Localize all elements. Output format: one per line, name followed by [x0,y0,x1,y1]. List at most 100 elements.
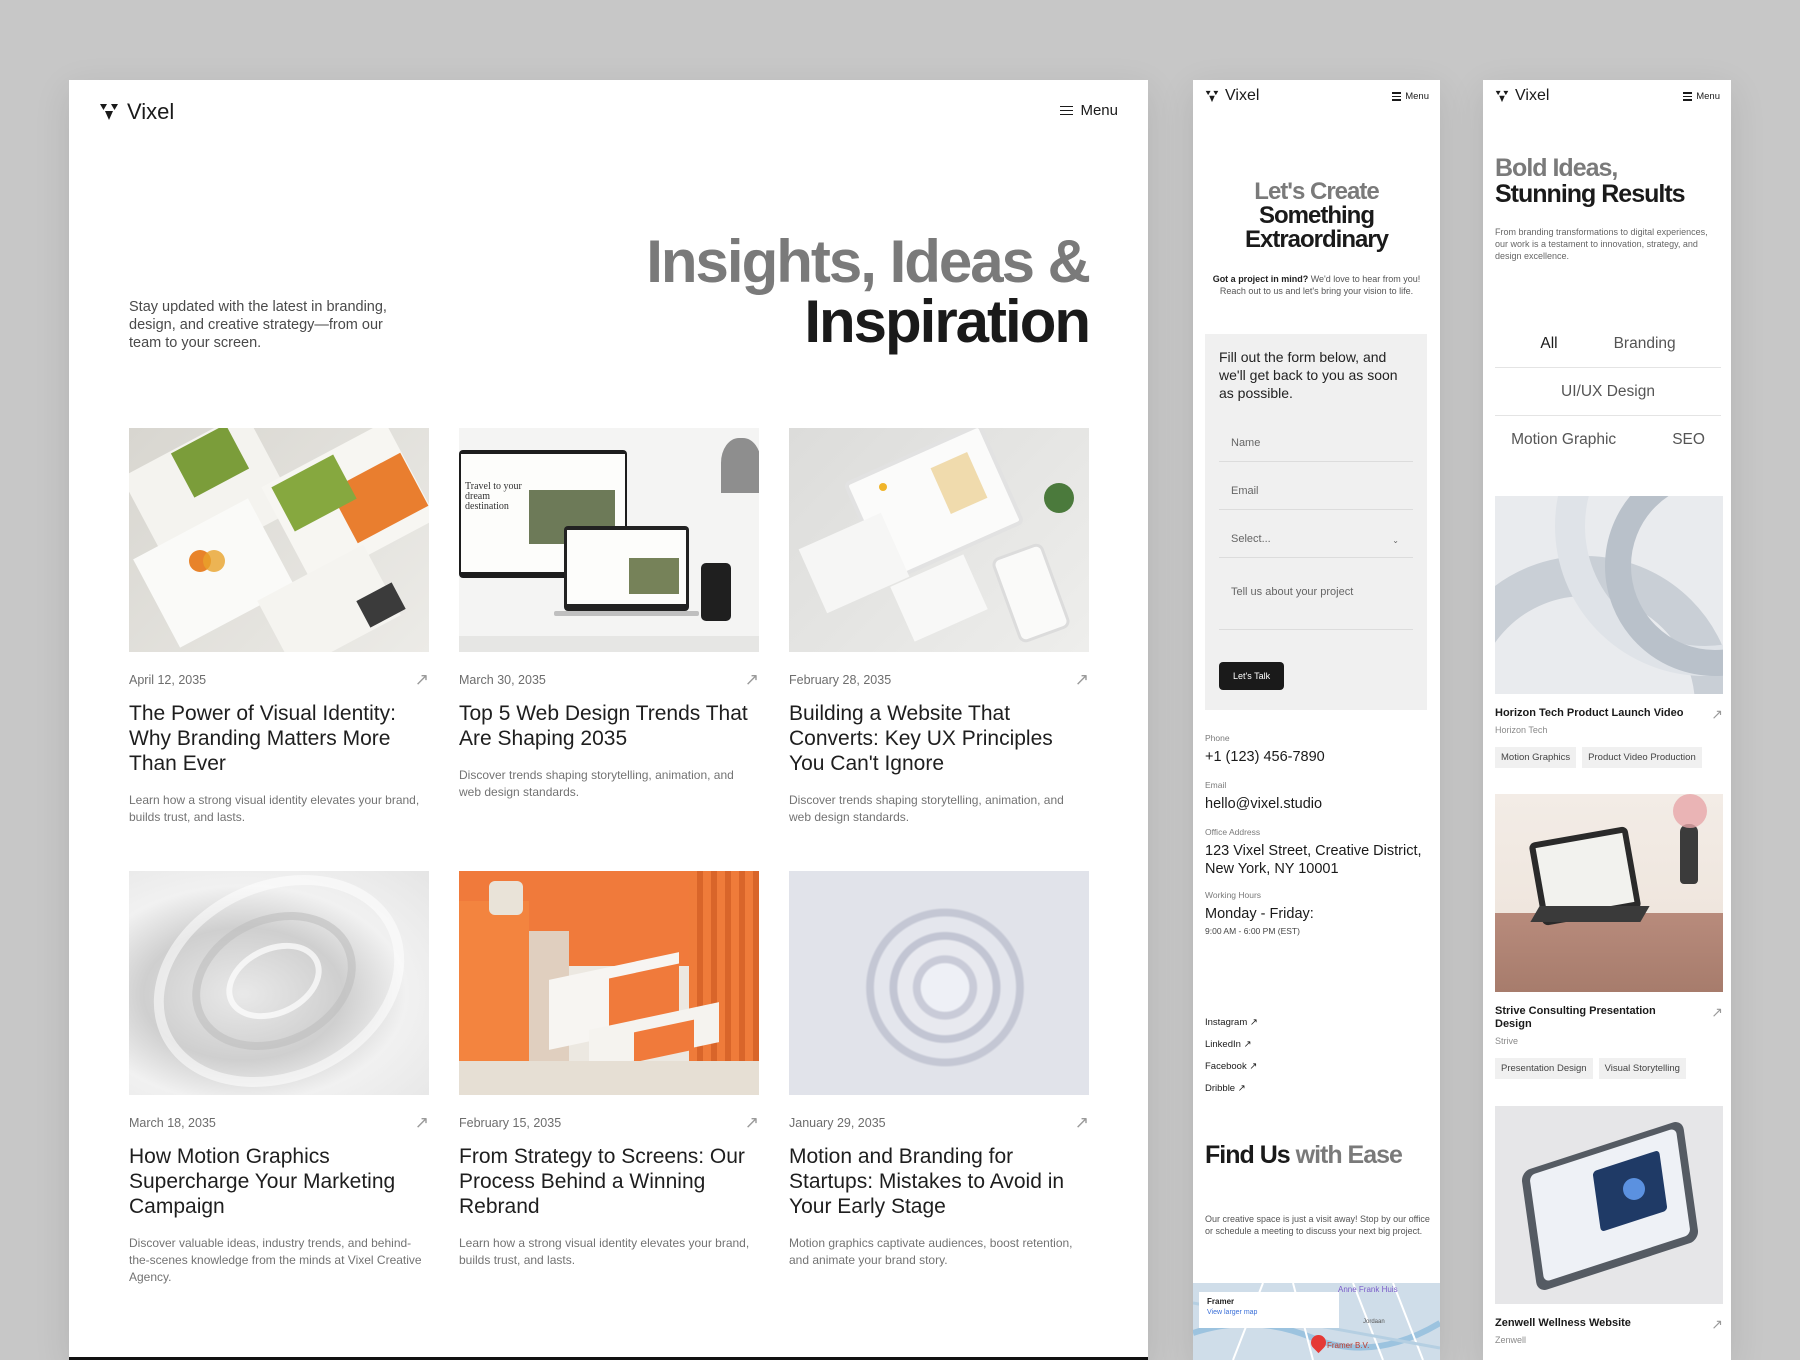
blog-card[interactable]: Travel to your dream destination March 3… [459,428,759,853]
message-textarea[interactable]: Tell us about your project [1219,558,1413,630]
project-image [1495,1106,1723,1304]
blog-grid: April 12, 2035 ↗ The Power of Visual Iden… [129,428,1089,1296]
post-date: March 18, 2035 [129,1115,216,1130]
project-name[interactable]: Strive Consulting Presentation Design [1495,1005,1690,1031]
blog-card[interactable]: January 29, 2035 ↗ Motion and Branding fo… [789,871,1089,1296]
filter-ui-ux-design[interactable]: UI/UX Design [1561,383,1655,401]
project-name[interactable]: Horizon Tech Product Launch Video [1495,707,1683,720]
blog-page-panel: Vixel Menu Insights, Ideas & Inspiration… [69,80,1148,1360]
email-value[interactable]: hello@vixel.studio [1205,795,1430,813]
arrow-up-right-icon[interactable]: ↗ [1711,707,1723,735]
service-select[interactable]: Select... ⌄ [1219,510,1413,558]
post-date: February 15, 2035 [459,1115,562,1130]
arrow-up-right-icon[interactable]: ↗ [745,1114,759,1131]
filter-branding[interactable]: Branding [1614,335,1676,353]
post-title[interactable]: From Strategy to Screens: Our Process Be… [459,1144,759,1219]
arrow-up-right-icon[interactable]: ↗ [415,1114,429,1131]
name-field[interactable]: Name [1219,414,1413,462]
email-placeholder: Email [1231,485,1259,497]
email-field[interactable]: Email [1219,462,1413,510]
post-title[interactable]: Building a Website That Converts: Key UX… [789,701,1089,776]
blog-card[interactable]: February 28, 2035 ↗ Building a Website Th… [789,428,1089,853]
brand-logo[interactable]: Vixel [1495,87,1549,105]
arrow-up-right-icon: ↗ [1249,1017,1258,1028]
post-title[interactable]: How Motion Graphics Supercharge Your Mar… [129,1144,429,1219]
menu-label: Menu [1405,91,1429,102]
hours-time: 9:00 AM - 6:00 PM (EST) [1205,926,1300,936]
social-link-facebook[interactable]: Facebook ↗ [1205,1056,1258,1078]
work-page-panel: Vixel Menu Bold Ideas, Stunning Results … [1483,80,1731,1360]
map-area-label: Jordaan [1363,1319,1385,1325]
filter-row: All Branding [1495,320,1721,368]
project-card[interactable]: Horizon Tech Product Launch Video Horizo… [1495,496,1723,768]
post-title[interactable]: Top 5 Web Design Trends That Are Shaping… [459,701,759,751]
filter-motion-graphic[interactable]: Motion Graphic [1511,431,1616,449]
blog-card[interactable]: April 12, 2035 ↗ The Power of Visual Iden… [129,428,429,853]
arrow-up-right-icon[interactable]: ↗ [745,671,759,688]
hours-label: Working Hours [1205,890,1262,900]
project-name[interactable]: Zenwell Wellness Website [1495,1317,1631,1330]
contact-page-panel: Vixel Menu Let's Create Something Extrao… [1193,80,1440,1360]
email-label: Email [1205,780,1227,790]
hamburger-icon [1683,92,1693,101]
arrow-up-right-icon[interactable]: ↗ [1075,1114,1089,1131]
menu-button[interactable]: Menu [1392,91,1429,102]
arrow-up-right-icon[interactable]: ↗ [415,671,429,688]
menu-label: Menu [1080,102,1118,119]
phone-value[interactable]: +1 (123) 456-7890 [1205,748,1430,766]
contact-subtitle-lead: Got a project in mind? [1212,274,1309,284]
blog-card[interactable]: March 18, 2035 ↗ How Motion Graphics Supe… [129,871,429,1296]
brand-name: Vixel [127,99,175,124]
social-link-linkedin[interactable]: LinkedIn ↗ [1205,1034,1258,1056]
name-placeholder: Name [1231,437,1261,449]
location-map[interactable]: Framer View larger map Anne Frank Huis J… [1193,1283,1440,1360]
project-image [1495,496,1723,694]
view-larger-map-link[interactable]: View larger map [1207,1307,1331,1318]
project-tag: Presentation Design [1495,1058,1593,1079]
contact-title: Let's Create Something Extraordinary [1193,180,1440,252]
social-link-instagram[interactable]: Instagram ↗ [1205,1012,1258,1034]
brand-logo[interactable]: Vixel [1205,87,1259,105]
post-date: March 30, 2035 [459,672,546,687]
social-link-dribble[interactable]: Dribble ↗ [1205,1078,1258,1100]
contact-title-line3: Extraordinary [1244,226,1389,253]
arrow-up-right-icon[interactable]: ↗ [1711,1317,1723,1345]
hours-days: Monday - Friday: [1205,906,1314,922]
blog-card[interactable]: February 15, 2035 ↗ From Strategy to Scre… [459,871,759,1296]
arrow-up-right-icon[interactable]: ↗ [1711,1005,1723,1046]
project-tag: Visual Storytelling [1598,1058,1686,1079]
filter-all[interactable]: All [1540,335,1557,353]
menu-button[interactable]: Menu [1060,102,1118,119]
project-image [1495,794,1723,992]
map-poi-label: Anne Frank Huis [1338,1285,1398,1294]
phone-block: Phone +1 (123) 456-7890 [1205,733,1430,766]
project-tag: Product Video Production [1582,747,1702,768]
vixel-logo-icon [1205,90,1219,102]
post-date: January 29, 2035 [789,1115,886,1130]
contact-title-line2: Something [1259,202,1375,229]
work-title-line2: Stunning Results [1495,180,1686,208]
project-client: Zenwell [1495,1335,1527,1345]
arrow-up-right-icon[interactable]: ↗ [1075,671,1089,688]
post-excerpt: Discover trends shaping storytelling, an… [789,793,1064,824]
vixel-logo-icon [1495,90,1509,102]
map-place-name: Framer [1207,1297,1235,1306]
brand-logo[interactable]: Vixel [99,99,174,125]
abstract-spiral-image [789,871,1089,1095]
lets-talk-button[interactable]: Let's Talk [1219,662,1285,690]
abstract-3d-torus-image [129,871,429,1095]
project-card[interactable]: Zenwell Wellness Website Zenwell ↗ [1495,1106,1723,1345]
filter-seo[interactable]: SEO [1672,431,1705,449]
menu-button[interactable]: Menu [1683,91,1720,102]
post-title[interactable]: The Power of Visual Identity: Why Brandi… [129,701,429,776]
hero-title-line2: Inspiration [804,288,1091,355]
find-us-title: Find Us with Ease [1205,1141,1403,1170]
post-title[interactable]: Motion and Branding for Startups: Mistak… [789,1144,1089,1219]
address-block: Office Address 123 Vixel Street, Creativ… [1205,827,1430,878]
contact-subtitle: Got a project in mind? We'd love to hear… [1203,273,1430,297]
message-placeholder: Tell us about your project [1231,586,1354,598]
post-excerpt: Learn how a strong visual identity eleva… [129,793,420,824]
post-excerpt: Discover valuable ideas, industry trends… [129,1236,422,1284]
arrow-up-right-icon: ↗ [1249,1061,1258,1072]
project-card[interactable]: Strive Consulting Presentation Design St… [1495,794,1723,1079]
